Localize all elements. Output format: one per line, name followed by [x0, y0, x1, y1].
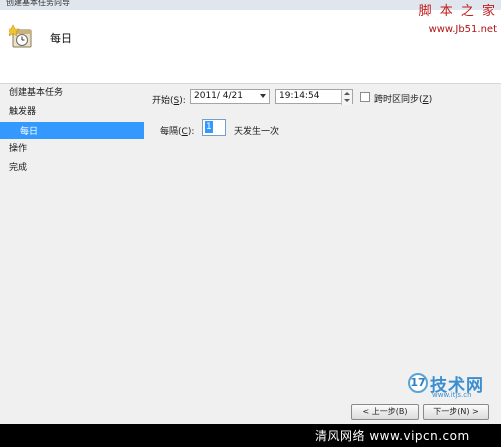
- watermark-banner: 清风网络 www.vipcn.com: [0, 424, 501, 447]
- recur-days-value: 1: [205, 121, 213, 133]
- watermark-itjs: 17 技术网 www.itjs.cn: [408, 371, 492, 399]
- next-button[interactable]: 下一步(N) >: [423, 404, 489, 420]
- start-time-value: 19:14:54: [279, 91, 320, 101]
- start-label: 开始(S):: [152, 96, 186, 106]
- banner-text: 清风网络 www.vipcn.com: [315, 429, 470, 443]
- nav-item-daily-label: 每日: [20, 127, 39, 137]
- watermark-jb51: 脚 本 之 家 www.Jb51.net: [419, 3, 497, 39]
- watermark-title: 脚 本 之 家: [418, 4, 497, 19]
- task-clock-icon: [9, 24, 32, 48]
- itjs-badge-icon: 17: [408, 373, 428, 393]
- nav-item-finish[interactable]: 完成: [9, 160, 27, 173]
- page-title: 每日: [50, 32, 72, 45]
- start-date-picker[interactable]: 2011/ 4/21: [190, 89, 270, 104]
- time-spinner[interactable]: [341, 90, 352, 105]
- nav-item-action[interactable]: 操作: [9, 141, 27, 154]
- back-button[interactable]: < 上一步(B): [351, 404, 419, 420]
- recur-suffix: 天发生一次: [234, 127, 280, 137]
- sync-timezone-label: 跨时区同步(Z): [374, 95, 433, 105]
- sync-timezone-checkbox[interactable]: [360, 92, 370, 102]
- recur-label: 每隔(C):: [160, 127, 195, 137]
- chevron-down-icon[interactable]: [260, 94, 266, 98]
- nav-item-create-basic-task[interactable]: 创建基本任务: [9, 85, 63, 98]
- spin-up-icon[interactable]: [344, 92, 350, 95]
- start-date-value: 2011/ 4/21: [194, 91, 244, 101]
- window-title: 创建基本任务向导: [6, 0, 70, 7]
- spin-down-icon[interactable]: [344, 99, 350, 102]
- watermark-url: www.Jb51.net: [428, 24, 497, 35]
- nav-item-daily[interactable]: 每日: [0, 122, 144, 139]
- itjs-logo-url: www.itjs.cn: [432, 391, 472, 399]
- start-time-input[interactable]: 19:14:54: [275, 89, 353, 105]
- recur-days-input[interactable]: 1: [202, 119, 226, 136]
- wizard-nav: 创建基本任务 触发器 每日 操作 完成: [0, 84, 148, 397]
- wizard-content: 开始(S): 2011/ 4/21 19:14:54 跨时区同步(Z) 每隔(C…: [148, 84, 501, 397]
- nav-item-trigger[interactable]: 触发器: [9, 104, 36, 117]
